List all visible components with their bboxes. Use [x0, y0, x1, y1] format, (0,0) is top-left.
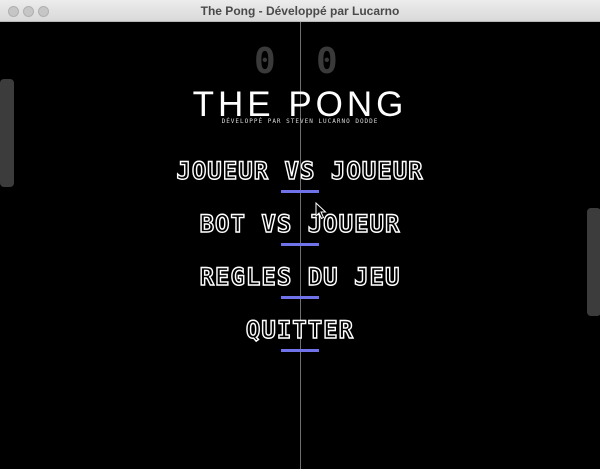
developer-credit: DÉVELOPPÉ PAR STEVEN LUCARNO DODDE [221, 118, 379, 125]
window-title: The Pong - Développé par Lucarno [200, 4, 400, 18]
app-window: The Pong - Développé par Lucarno 0 0 THE… [0, 0, 600, 469]
menu-item-game-rules[interactable]: REGLES DU JEU [0, 263, 600, 299]
menu-item-player-vs-player[interactable]: JOUEUR VS JOUEUR [0, 157, 600, 193]
menu-item-label: BOT VS JOUEUR [199, 210, 401, 238]
menu-item-underline [281, 190, 319, 193]
menu-item-underline [281, 243, 319, 246]
menu-item-label: REGLES DU JEU [199, 263, 401, 291]
title-bar: The Pong - Développé par Lucarno [0, 0, 600, 22]
menu-item-bot-vs-player[interactable]: BOT VS JOUEUR [0, 210, 600, 246]
menu-item-underline [281, 349, 319, 352]
menu-item-label: JOUEUR VS JOUEUR [176, 157, 424, 185]
menu-item-label: QUITTER [245, 316, 355, 344]
menu-item-underline [281, 296, 319, 299]
game-canvas: 0 0 THE PONG DÉVELOPPÉ PAR STEVEN LUCARN… [0, 22, 600, 469]
left-score: 0 [254, 41, 276, 82]
menu-item-quit[interactable]: QUITTER [0, 316, 600, 352]
right-score: 0 [316, 41, 338, 82]
